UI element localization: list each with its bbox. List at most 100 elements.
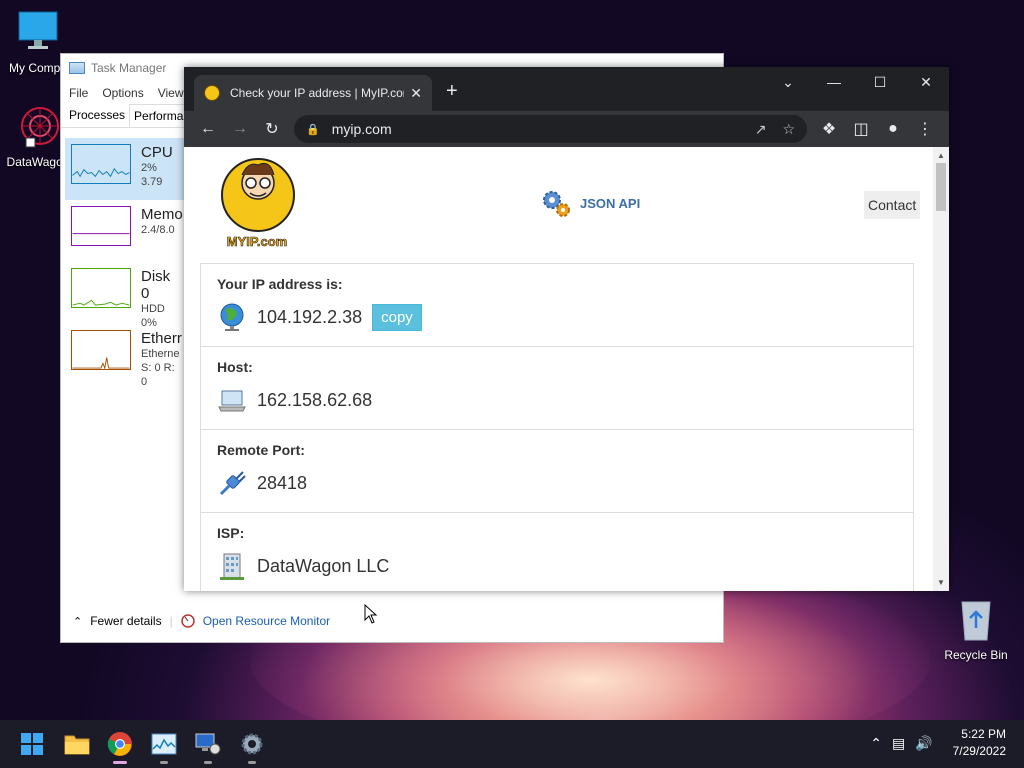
clock[interactable]: 5:22 PM 7/29/2022: [953, 726, 1006, 760]
address-url[interactable]: myip.com: [332, 121, 739, 137]
scroll-down-arrow-icon[interactable]: ▼: [937, 578, 945, 587]
side-panel-icon[interactable]: ◫: [845, 113, 877, 145]
scrollbar-thumb[interactable]: [936, 163, 946, 211]
taskbar-remote-app[interactable]: [192, 728, 224, 764]
share-icon[interactable]: ↗: [755, 121, 767, 138]
remote-desktop-icon: [195, 733, 221, 755]
row-label: Your IP address is:: [217, 276, 343, 292]
bookmark-star-icon[interactable]: ☆: [782, 121, 795, 138]
laptop-icon: [218, 390, 246, 412]
extensions-puzzle-icon[interactable]: ❖: [813, 113, 845, 145]
running-indicator: [160, 761, 168, 764]
ip-address-value: 104.192.2.38: [257, 306, 363, 327]
browser-tab-active[interactable]: Check your IP address | MyIP.com ✕: [194, 75, 432, 111]
maximize-icon[interactable]: ☐: [857, 67, 903, 97]
reload-icon[interactable]: ↻: [256, 113, 288, 145]
window-controls: ⌄ — ☐ ✕: [765, 67, 949, 97]
tab-processes[interactable]: Processes: [65, 104, 129, 127]
close-window-icon[interactable]: ✕: [903, 67, 949, 97]
taskbar-chrome[interactable]: [104, 728, 136, 764]
ip-info-card: Your IP address is: 104.192.2.38 copy Ho…: [200, 263, 914, 591]
system-tray: ⌃ ▤ 🔊 5:22 PM 7/29/2022: [870, 726, 1006, 760]
contact-button[interactable]: Contact: [864, 191, 921, 219]
profile-icon[interactable]: ●: [877, 113, 909, 145]
menu-options[interactable]: Options: [102, 86, 143, 100]
recycle-bin-icon: [961, 601, 991, 641]
browser-tabstrip: Check your IP address | MyIP.com ✕ + ⌄ —…: [184, 67, 949, 111]
chevron-up-icon[interactable]: ⌃: [73, 615, 82, 628]
new-tab-icon[interactable]: +: [446, 80, 458, 103]
chrome-icon: [107, 732, 132, 756]
divider: |: [169, 614, 173, 628]
start-button[interactable]: [16, 728, 48, 760]
browser-window: Check your IP address | MyIP.com ✕ + ⌄ —…: [184, 67, 949, 591]
folder-icon: [64, 735, 90, 755]
myip-logo[interactable]: MYIP.com: [218, 153, 296, 251]
row-isp: ISP: DataWagon LLC: [201, 513, 913, 591]
chevron-up-icon[interactable]: ⌃: [870, 735, 882, 752]
disk-graph: [71, 268, 131, 308]
running-indicator: [248, 761, 256, 764]
forward-arrow-icon[interactable]: →: [224, 113, 256, 145]
menu-file[interactable]: File: [69, 86, 88, 100]
row-label: ISP:: [217, 525, 245, 541]
task-manager-icon: [69, 62, 85, 74]
back-arrow-icon[interactable]: ←: [192, 113, 224, 145]
host-value: 162.158.62.68: [257, 389, 373, 410]
menu-view[interactable]: View: [158, 86, 184, 100]
scroll-up-arrow-icon[interactable]: ▲: [937, 151, 945, 160]
network-icon[interactable]: ▤: [892, 735, 905, 752]
close-tab-icon[interactable]: ✕: [410, 85, 422, 102]
json-api-link[interactable]: JSON API: [540, 187, 640, 219]
tab-search-chevron-icon[interactable]: ⌄: [765, 67, 811, 97]
perf-item-sub: 2.4/8.0: [141, 224, 175, 236]
perf-item-disk[interactable]: Disk 0 HDD 0%: [65, 262, 185, 329]
minimize-icon[interactable]: —: [811, 67, 857, 97]
perf-item-sub: HDD: [141, 303, 165, 315]
copy-button[interactable]: copy: [372, 303, 422, 331]
clock-date: 7/29/2022: [952, 744, 1006, 758]
fewer-details-button[interactable]: Fewer details: [90, 614, 161, 628]
remote-port-value: 28418: [257, 472, 308, 493]
desktop-icon-recycle-bin[interactable]: Recycle Bin: [942, 598, 1010, 662]
windows-start-icon: [21, 733, 43, 755]
perf-item-ethernet[interactable]: Etherr Etherne S: 0 R: 0: [65, 324, 185, 388]
clock-time: 5:22 PM: [961, 727, 1006, 741]
taskbar-task-manager[interactable]: [148, 728, 180, 764]
lock-icon[interactable]: 🔒: [306, 123, 320, 136]
perf-item-name: Disk 0: [141, 268, 171, 302]
resource-monitor-icon: [180, 614, 195, 628]
row-remote-port: Remote Port: 28418: [201, 430, 913, 513]
mouse-cursor-icon: [364, 604, 378, 624]
browser-toolbar: ← → ↻ 🔒 myip.com ↗ ☆ ❖ ◫ ● ⋮: [184, 111, 949, 147]
row-label: Remote Port:: [217, 442, 305, 458]
menu-kebab-icon[interactable]: ⋮: [909, 113, 941, 145]
taskbar-settings[interactable]: [236, 728, 268, 764]
perf-item-sub2: S: 0 R: 0: [141, 362, 175, 388]
cpu-graph: [71, 144, 131, 184]
perf-item-cpu[interactable]: CPU 2% 3.79: [65, 138, 185, 200]
web-page: MYIP.com JSON API Contact Your IP addres…: [184, 147, 949, 591]
perf-item-memory[interactable]: Memo 2.4/8.0: [65, 200, 185, 262]
perf-item-name: Etherr: [141, 330, 182, 347]
address-bar[interactable]: 🔒 myip.com ↗ ☆: [294, 115, 807, 143]
settings-gear-icon: [241, 733, 263, 755]
globe-icon: [220, 303, 244, 331]
row-ip-address: Your IP address is: 104.192.2.38 copy: [201, 264, 913, 347]
datawagon-logo-icon: [21, 107, 59, 148]
ethernet-graph: [71, 330, 131, 370]
memory-graph: [71, 206, 131, 246]
row-label: Host:: [217, 359, 253, 375]
building-icon: [220, 553, 244, 580]
taskbar-file-explorer[interactable]: [61, 728, 93, 760]
perf-item-sub2: 0%: [141, 317, 157, 329]
taskbar: ⌃ ▤ 🔊 5:22 PM 7/29/2022: [0, 720, 1024, 768]
task-manager-title: Task Manager: [91, 61, 167, 75]
page-scrollbar[interactable]: ▲ ▼: [933, 147, 949, 591]
open-resource-monitor-link[interactable]: Open Resource Monitor: [203, 614, 330, 628]
monitor-icon: [18, 11, 58, 49]
active-indicator: [113, 761, 127, 764]
volume-icon[interactable]: 🔊: [915, 735, 932, 752]
gears-icon: [543, 191, 570, 217]
desktop-icon-label: Recycle Bin: [944, 648, 1008, 662]
